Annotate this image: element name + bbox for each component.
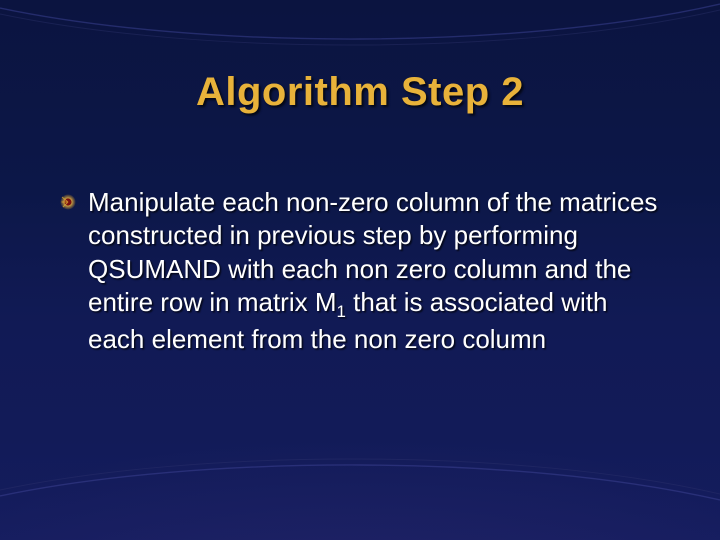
decorative-arc-bottom [0, 444, 720, 504]
comet-bullet-icon [60, 194, 76, 210]
bullet-item: Manipulate each non-zero column of the m… [60, 186, 660, 356]
bullet-text: Manipulate each non-zero column of the m… [88, 186, 660, 356]
slide-title: Algorithm Step 2 [0, 70, 720, 115]
decorative-arc-top [0, 0, 720, 60]
slide-body: Manipulate each non-zero column of the m… [60, 186, 660, 356]
